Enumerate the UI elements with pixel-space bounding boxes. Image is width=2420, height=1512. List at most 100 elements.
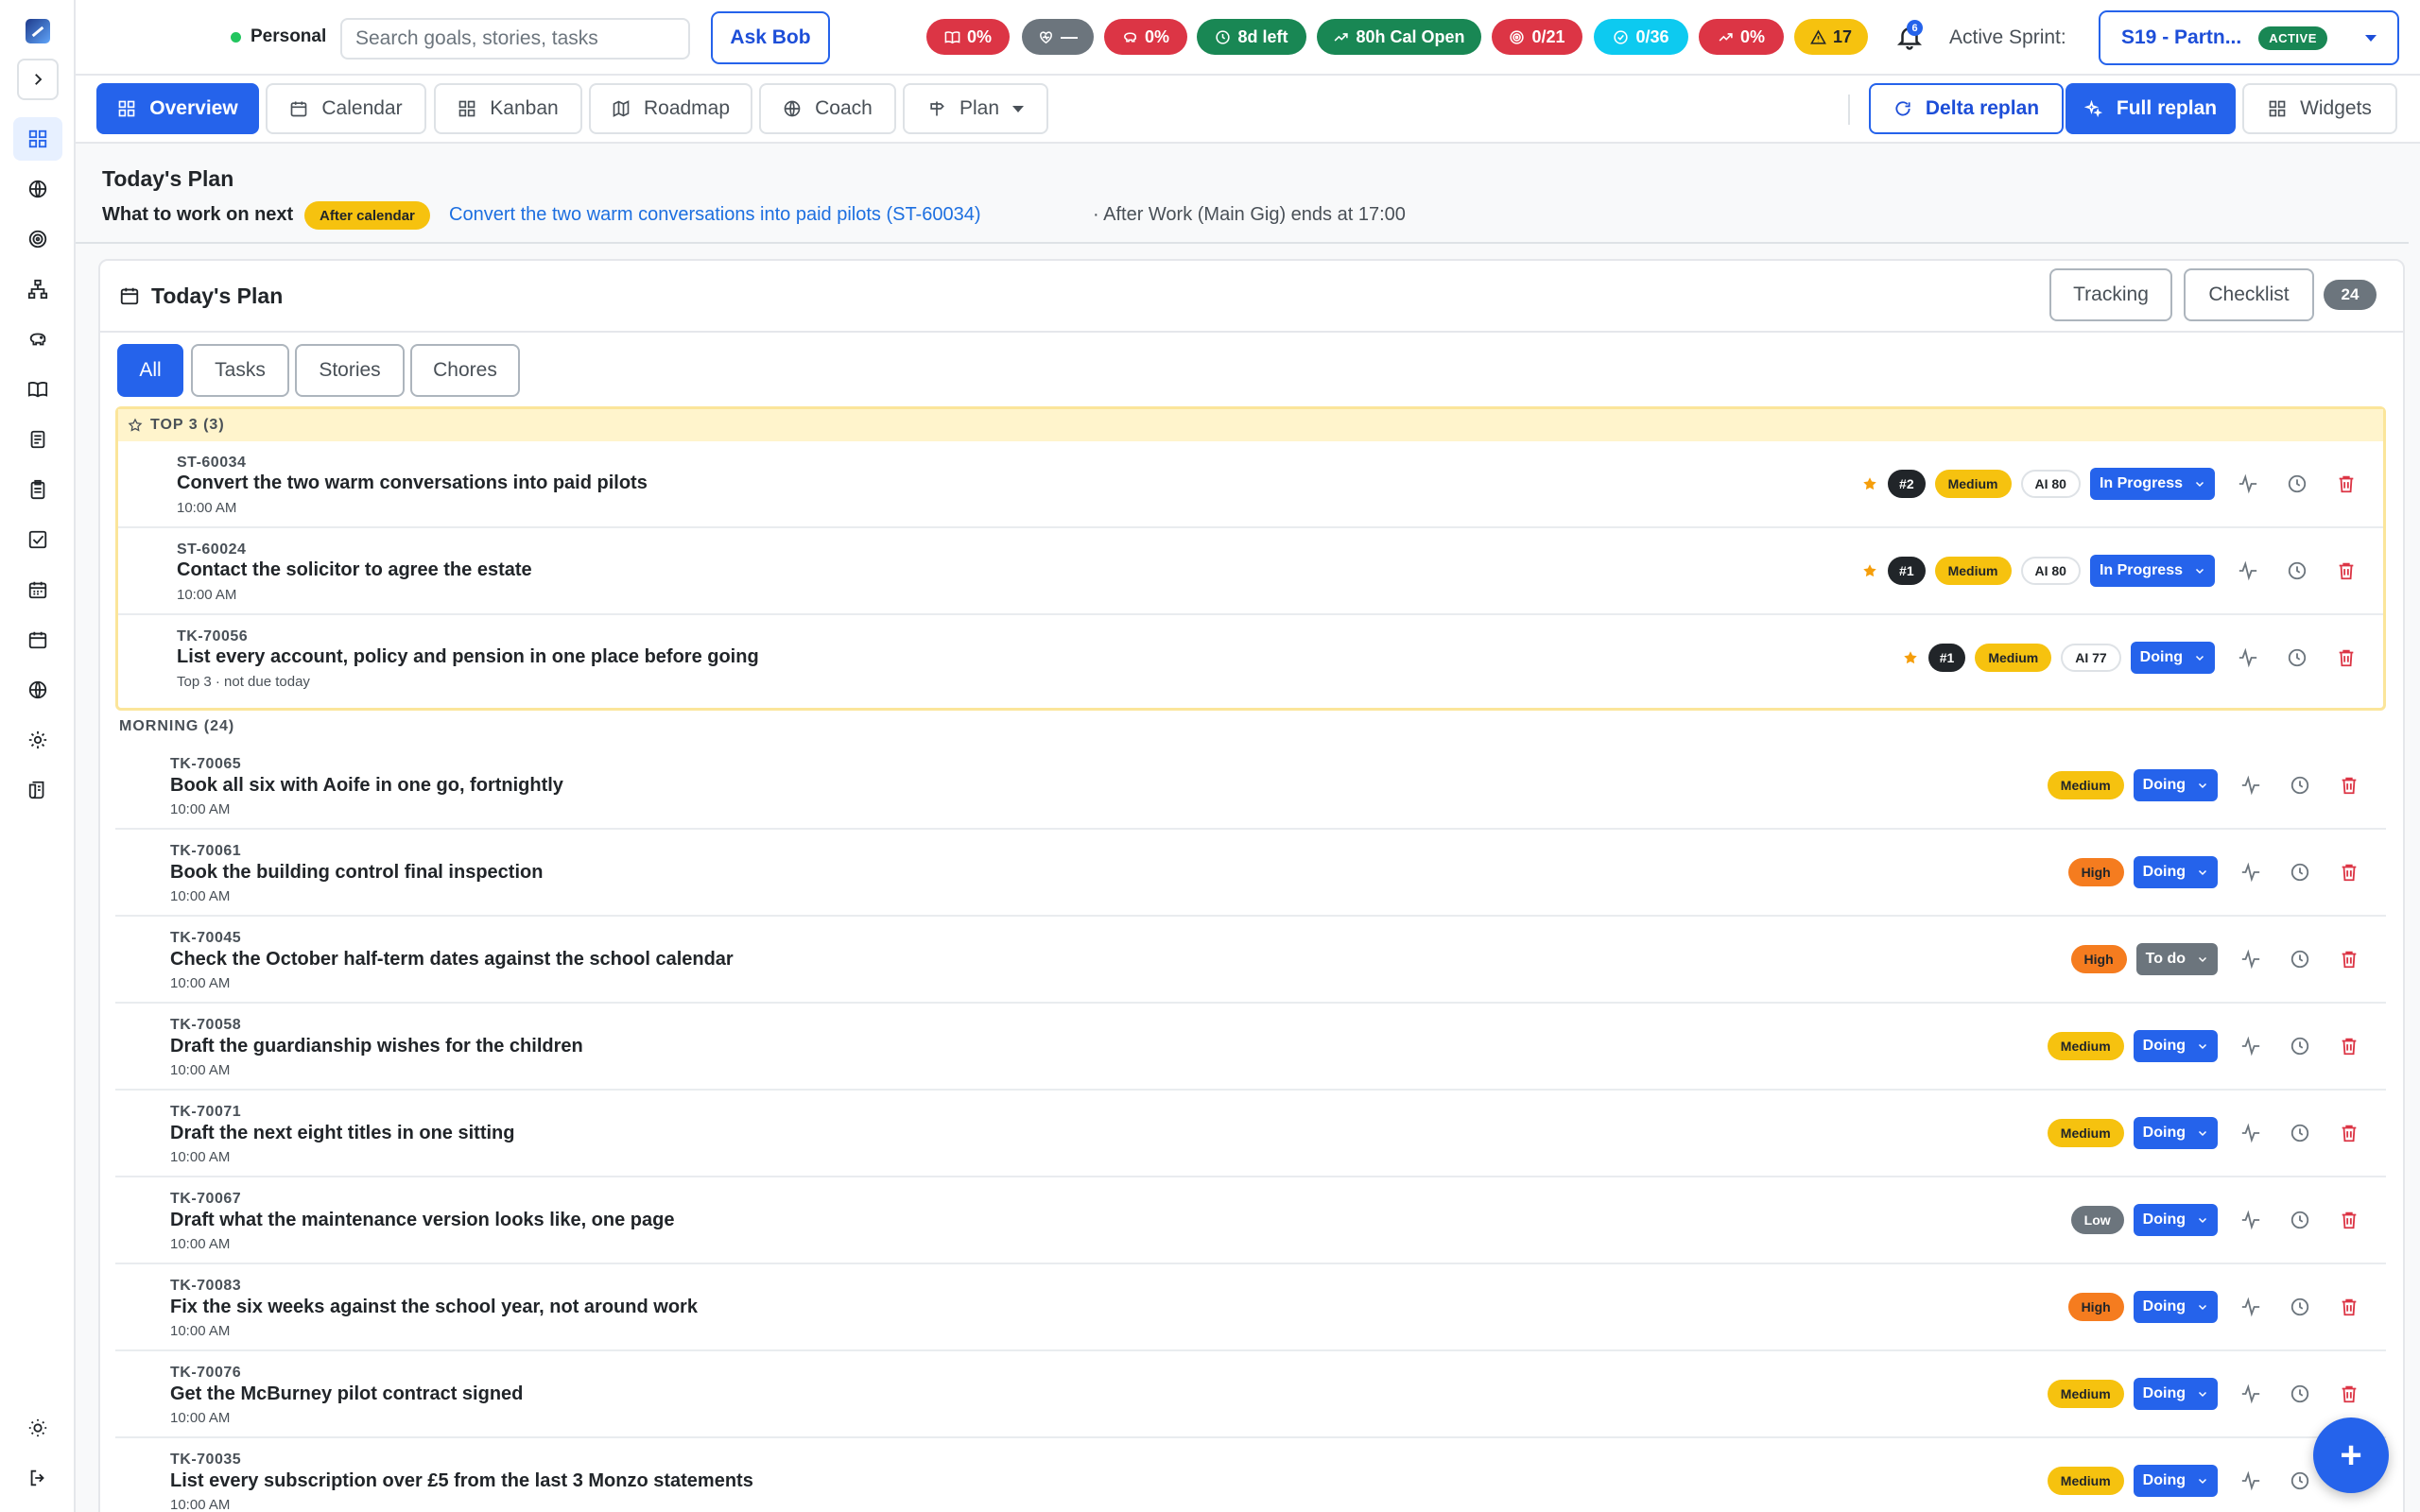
status-dropdown[interactable]: Doing [2133, 1465, 2218, 1497]
sidebar-item-templates[interactable] [13, 768, 62, 812]
trash-icon[interactable] [2336, 560, 2357, 581]
clock-icon[interactable] [2287, 473, 2308, 494]
activity-icon[interactable] [2240, 775, 2261, 796]
list-item[interactable]: TK-70071 Draft the next eight titles in … [115, 1091, 2386, 1177]
sidebar-item-notes[interactable] [13, 418, 62, 461]
filter-all[interactable]: All [117, 344, 183, 397]
add-item-fab[interactable]: + [2313, 1418, 2389, 1493]
activity-icon[interactable] [2240, 862, 2261, 883]
tab-plan-dropdown[interactable]: Plan [903, 83, 1048, 134]
sprint-selector[interactable]: S19 - Partn... ACTIVE [2099, 10, 2399, 65]
filter-stories[interactable]: Stories [295, 344, 405, 397]
status-dropdown[interactable]: Doing [2133, 1204, 2218, 1236]
status-dropdown[interactable]: Doing [2133, 769, 2218, 801]
activity-icon[interactable] [2240, 1123, 2261, 1143]
tab-kanban[interactable]: Kanban [434, 83, 582, 134]
list-item[interactable]: TK-70065 Book all six with Aoife in one … [115, 743, 2386, 830]
list-item[interactable]: TK-70067 Draft what the maintenance vers… [115, 1177, 2386, 1264]
trash-icon[interactable] [2339, 1210, 2360, 1230]
metric-pill-savings[interactable]: 0% [1104, 19, 1187, 55]
filter-chores[interactable]: Chores [410, 344, 520, 397]
sidebar-item-hierarchy[interactable] [13, 267, 62, 311]
status-dropdown[interactable]: Doing [2133, 1117, 2218, 1149]
activity-icon[interactable] [2240, 949, 2261, 970]
metric-pill-sprint-days[interactable]: 8d left [1197, 19, 1306, 55]
tab-overview[interactable]: Overview [96, 83, 259, 134]
sidebar-item-finance[interactable] [13, 318, 62, 361]
activity-icon[interactable] [2238, 473, 2258, 494]
activity-icon[interactable] [2240, 1297, 2261, 1317]
item-title[interactable]: Fix the six weeks against the school yea… [170, 1297, 698, 1318]
clock-icon[interactable] [2287, 560, 2308, 581]
trash-icon[interactable] [2339, 1383, 2360, 1404]
list-item[interactable]: TK-70045 Check the October half-term dat… [115, 917, 2386, 1004]
sidebar-item-world[interactable] [13, 668, 62, 712]
item-title[interactable]: Book all six with Aoife in one go, fortn… [170, 775, 563, 797]
status-dropdown[interactable]: In Progress [2089, 468, 2215, 500]
clock-icon[interactable] [2290, 862, 2310, 883]
item-title[interactable]: Get the McBurney pilot contract signed [170, 1383, 523, 1405]
tracking-button[interactable]: Tracking [2049, 268, 2172, 321]
sidebar-item-calendar[interactable] [13, 568, 62, 611]
trash-icon[interactable] [2339, 1036, 2360, 1057]
item-title[interactable]: List every subscription over £5 from the… [170, 1470, 753, 1492]
sidebar-item-settings[interactable] [13, 718, 62, 762]
item-title[interactable]: Contact the solicitor to agree the estat… [177, 559, 532, 581]
activity-icon[interactable] [2238, 647, 2258, 668]
item-title[interactable]: Draft the guardianship wishes for the ch… [170, 1036, 583, 1057]
sidebar-item-journal[interactable] [13, 368, 62, 411]
clock-icon[interactable] [2290, 1123, 2310, 1143]
clock-icon[interactable] [2287, 647, 2308, 668]
delta-replan-button[interactable]: Delta replan [1869, 83, 2064, 134]
trash-icon[interactable] [2339, 1297, 2360, 1317]
list-item[interactable]: TK-70083 Fix the six weeks against the s… [115, 1264, 2386, 1351]
sidebar-logout[interactable] [13, 1456, 62, 1500]
checklist-button[interactable]: Checklist [2184, 268, 2314, 321]
full-replan-button[interactable]: Full replan [2066, 83, 2236, 134]
tab-calendar[interactable]: Calendar [266, 83, 426, 134]
list-item[interactable]: TK-70061 Book the building control final… [115, 830, 2386, 917]
ask-bob-button[interactable]: Ask Bob [711, 11, 830, 64]
metric-pill-goals[interactable]: 0/21 [1492, 19, 1582, 55]
top3-row[interactable]: TK-70056 List every account, policy and … [118, 615, 2383, 702]
list-item[interactable]: TK-70035 List every subscription over £5… [115, 1438, 2386, 1512]
sidebar-item-tasks[interactable] [13, 518, 62, 561]
trash-icon[interactable] [2339, 775, 2360, 796]
clock-icon[interactable] [2290, 949, 2310, 970]
metric-pill-health[interactable]: — [1022, 19, 1094, 55]
item-title[interactable]: Check the October half-term dates agains… [170, 949, 734, 971]
trash-icon[interactable] [2339, 949, 2360, 970]
metric-pill-calendar-open[interactable]: 80h Cal Open [1317, 19, 1481, 55]
sidebar-item-overview[interactable] [13, 117, 62, 161]
widgets-button[interactable]: Widgets [2242, 83, 2397, 134]
clock-icon[interactable] [2290, 1210, 2310, 1230]
status-dropdown[interactable]: To do [2135, 943, 2218, 975]
sidebar-theme-toggle[interactable] [13, 1406, 62, 1450]
status-dropdown[interactable]: Doing [2133, 856, 2218, 888]
item-title[interactable]: Book the building control final inspecti… [170, 862, 543, 884]
top3-row[interactable]: ST-60034 Convert the two warm conversati… [118, 441, 2383, 528]
activity-icon[interactable] [2240, 1383, 2261, 1404]
trash-icon[interactable] [2339, 862, 2360, 883]
trash-icon[interactable] [2336, 473, 2357, 494]
item-title[interactable]: List every account, policy and pension i… [177, 646, 759, 668]
tab-roadmap[interactable]: Roadmap [589, 83, 752, 134]
status-dropdown[interactable]: Doing [2130, 642, 2215, 674]
sidebar-item-themes[interactable] [13, 167, 62, 211]
list-item[interactable]: TK-70058 Draft the guardianship wishes f… [115, 1004, 2386, 1091]
next-task-link[interactable]: Convert the two warm conversations into … [449, 204, 981, 226]
app-logo[interactable] [26, 19, 50, 43]
item-title[interactable]: Draft the next eight titles in one sitti… [170, 1123, 514, 1144]
clock-icon[interactable] [2290, 1383, 2310, 1404]
trash-icon[interactable] [2339, 1123, 2360, 1143]
sidebar-item-clipboard[interactable] [13, 468, 62, 511]
metric-pill-tasks[interactable]: 0/36 [1594, 19, 1688, 55]
sidebar-item-schedule[interactable] [13, 618, 62, 662]
clock-icon[interactable] [2290, 775, 2310, 796]
item-title[interactable]: Draft what the maintenance version looks… [170, 1210, 674, 1231]
status-dropdown[interactable]: Doing [2133, 1291, 2218, 1323]
filter-tasks[interactable]: Tasks [191, 344, 289, 397]
tab-coach[interactable]: Coach [759, 83, 896, 134]
metric-pill-reading[interactable]: 0% [926, 19, 1010, 55]
top3-row[interactable]: ST-60024 Contact the solicitor to agree … [118, 528, 2383, 615]
